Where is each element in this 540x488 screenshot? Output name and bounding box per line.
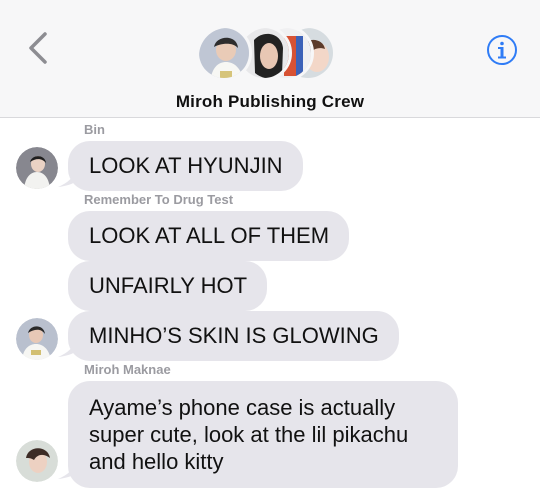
message-bubble[interactable]: MINHO’S SKIN IS GLOWING — [68, 311, 399, 361]
group-title[interactable]: Miroh Publishing Crew — [0, 92, 540, 112]
message-bubble[interactable]: UNFAIRLY HOT — [68, 261, 268, 311]
message-bubble[interactable]: LOOK AT ALL OF THEM — [68, 211, 350, 261]
avatar-remember-to-drug-test[interactable] — [16, 318, 58, 360]
sender-name-bin: Bin — [84, 122, 105, 137]
avatar-miroh-maknae[interactable] — [16, 440, 58, 482]
conversation-header: Miroh Publishing Crew — [0, 0, 540, 118]
sender-name-remember-to-drug-test: Remember To Drug Test — [84, 192, 234, 207]
bubble-tail — [58, 340, 78, 357]
sender-name-miroh-maknae: Miroh Maknae — [84, 362, 171, 377]
message-bubble[interactable]: LOOK AT HYUNJIN — [68, 141, 303, 191]
group-avatar-1 — [196, 25, 252, 81]
group-avatars[interactable] — [196, 25, 336, 85]
avatar-bin[interactable] — [16, 147, 58, 189]
chevron-left-icon[interactable] — [18, 26, 56, 70]
bubble-tail — [58, 170, 78, 187]
message-bubble[interactable]: Ayame’s phone case is actually super cut… — [68, 381, 458, 488]
bubble-tail — [58, 462, 78, 479]
info-circle-icon[interactable] — [486, 34, 518, 66]
